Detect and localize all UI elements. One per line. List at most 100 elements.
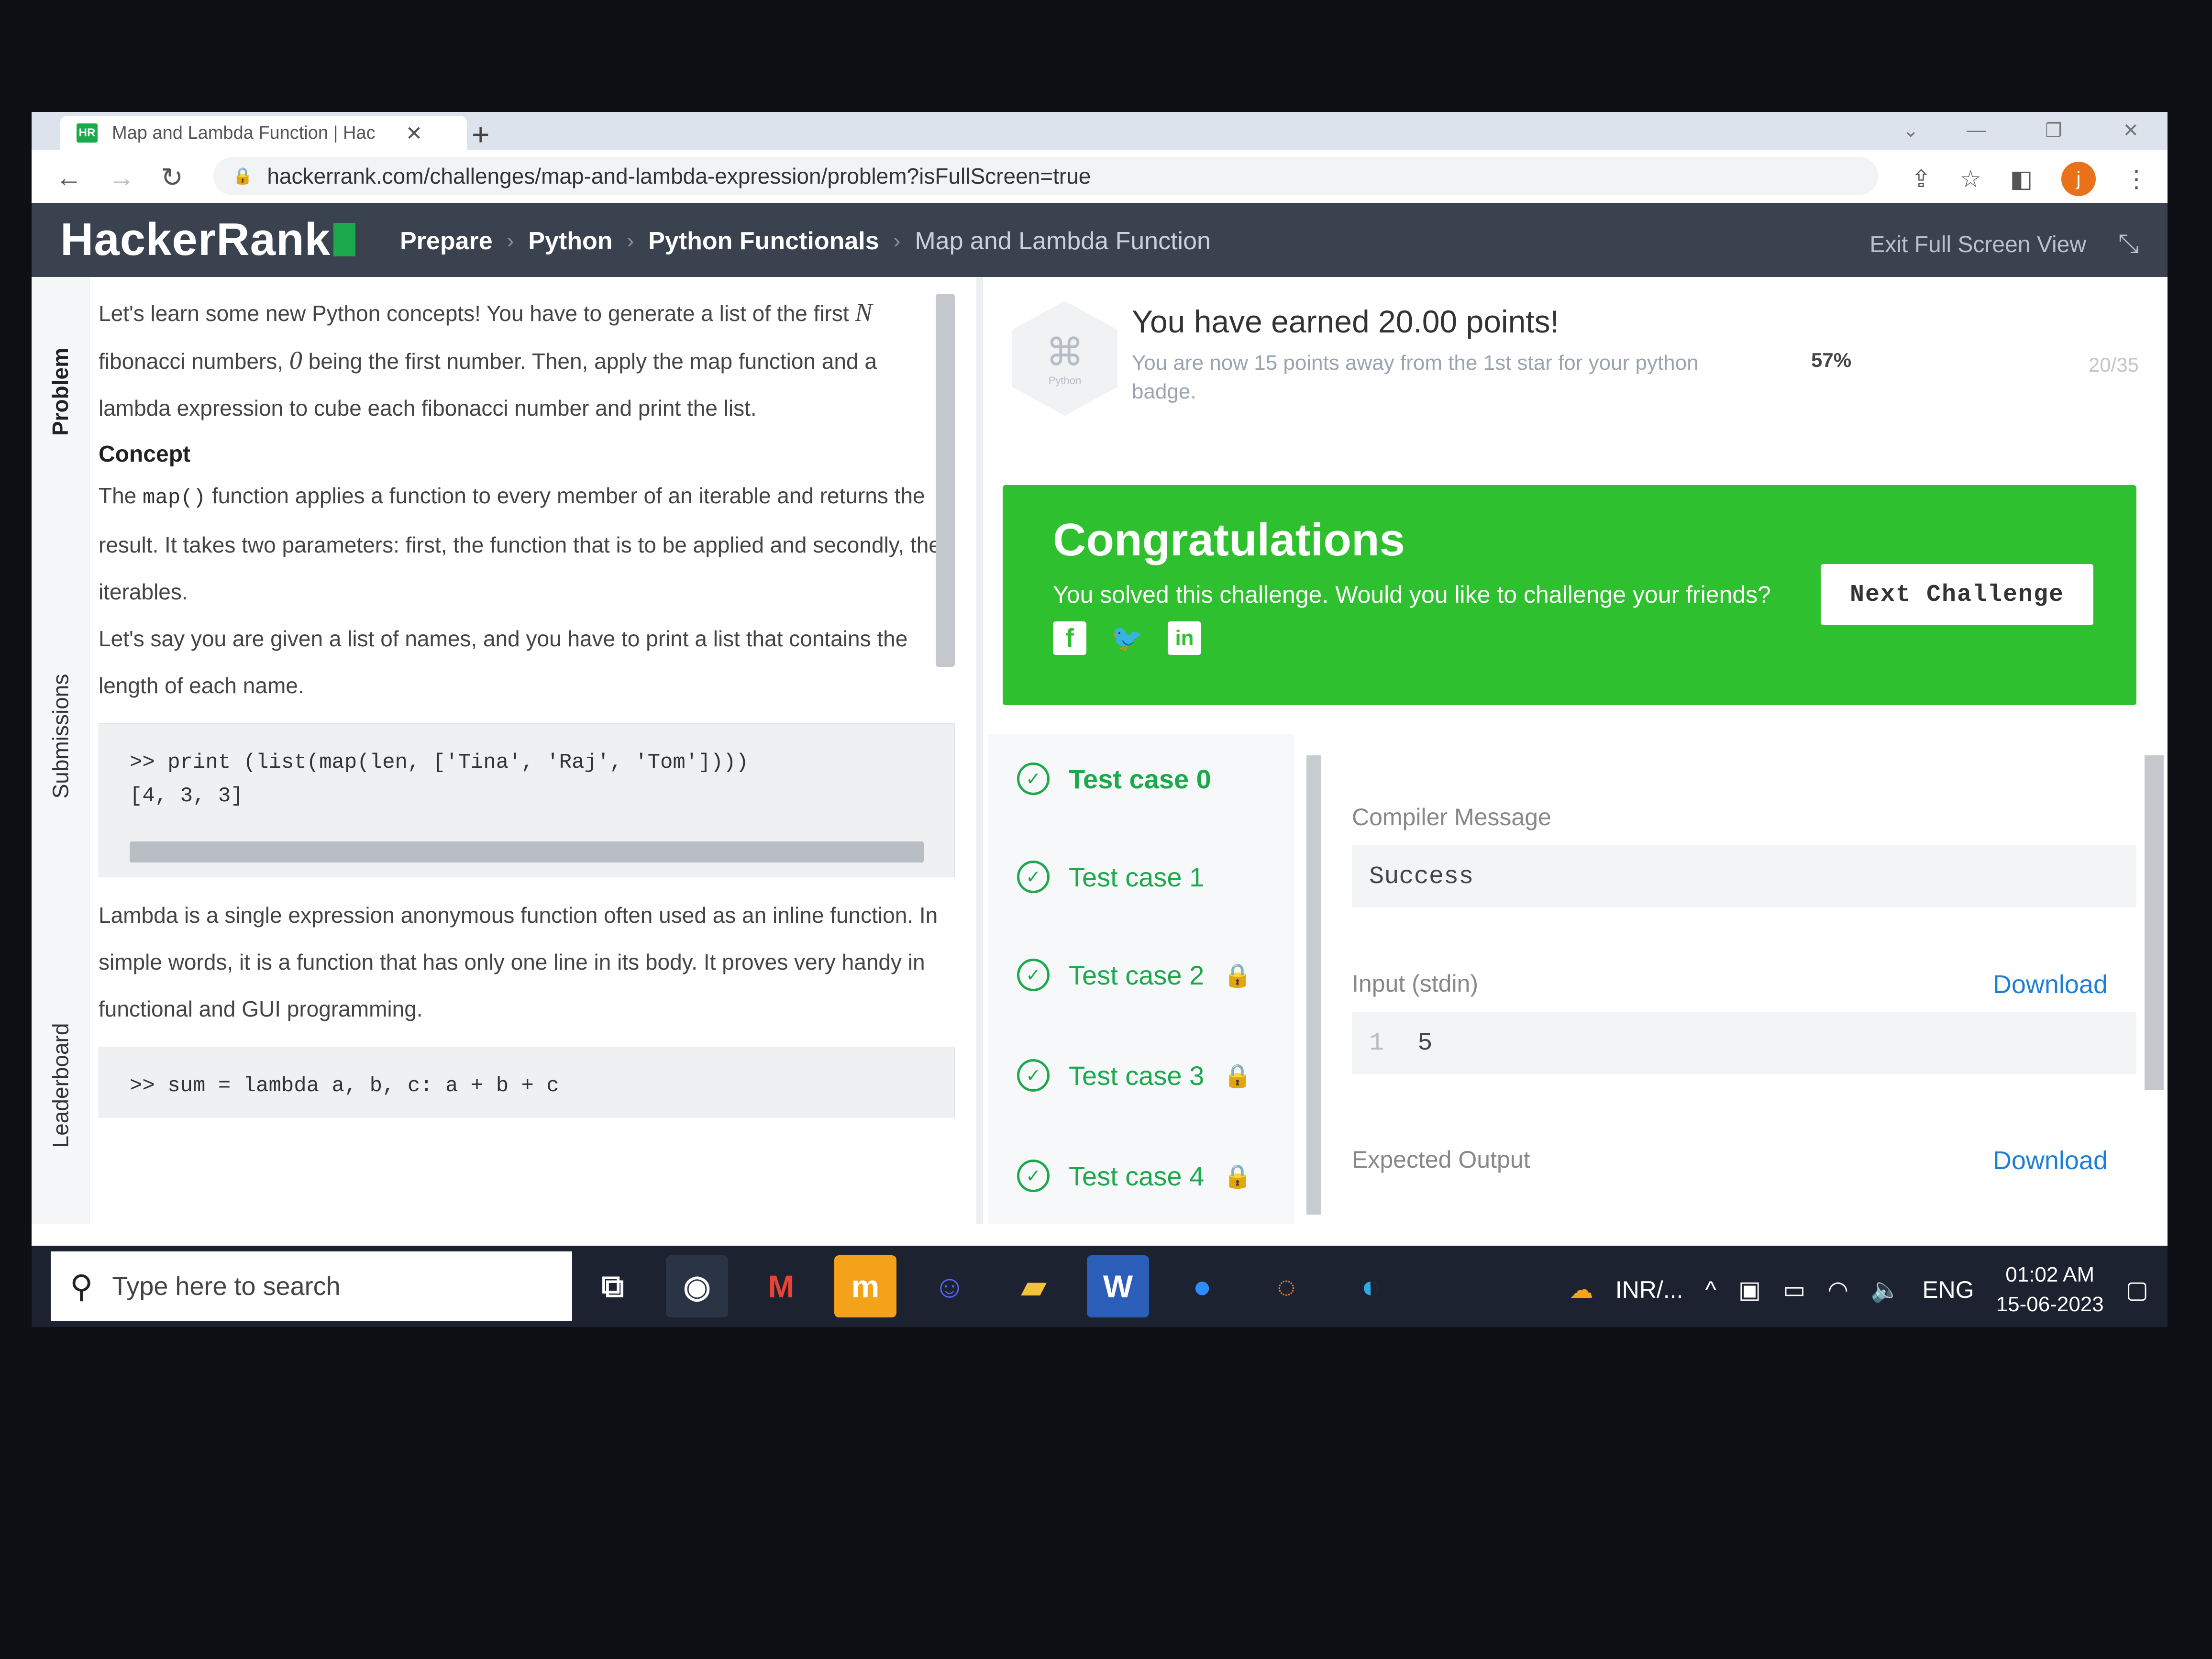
- breadcrumb-prepare[interactable]: Prepare: [400, 227, 493, 255]
- tab-search-icon[interactable]: ⌄: [1902, 120, 1919, 142]
- hackerrank-favicon-icon: HR: [77, 123, 98, 143]
- horizontal-scrollbar[interactable]: [130, 841, 924, 863]
- address-bar[interactable]: 🔒 hackerrank.com/challenges/map-and-lamb…: [213, 157, 1878, 195]
- breadcrumb: Prepare › Python › Python Functionals › …: [400, 227, 1211, 255]
- results-scrollbar[interactable]: [2145, 755, 2164, 1090]
- weather-text[interactable]: INR/...: [1615, 1276, 1683, 1304]
- notification-icon[interactable]: ▢: [2126, 1276, 2148, 1304]
- battery-icon[interactable]: ▭: [1783, 1276, 1805, 1304]
- download-input-link[interactable]: Download: [1993, 970, 2108, 999]
- language-indicator[interactable]: ENG: [1922, 1276, 1974, 1304]
- problem-scrollbar[interactable]: [936, 294, 955, 667]
- meet-icon[interactable]: ▣: [1738, 1276, 1761, 1304]
- test-case-item[interactable]: ✓ Test case 4 🔒: [1017, 1160, 1252, 1192]
- task-view-icon[interactable]: ⧉: [582, 1255, 644, 1317]
- breadcrumb-python-functionals[interactable]: Python Functionals: [648, 227, 879, 255]
- edge-icon[interactable]: ◐: [1339, 1255, 1402, 1317]
- linkedin-icon[interactable]: in: [1168, 621, 1201, 655]
- breadcrumb-separator-icon: ›: [893, 229, 901, 253]
- discord-icon[interactable]: ☺: [918, 1255, 981, 1317]
- taskbar-search[interactable]: ⚲ Type here to search: [51, 1251, 572, 1321]
- gmail-icon[interactable]: M: [750, 1255, 812, 1317]
- tab-leaderboard-label: Leaderboard: [48, 1023, 73, 1148]
- input-box: 1 5: [1352, 1012, 2136, 1074]
- hackerrank-logo[interactable]: HackerRank: [60, 213, 355, 266]
- input-value: 5: [1417, 1029, 1433, 1057]
- problem-statement: Let's learn some new Python concepts! Yo…: [99, 289, 955, 1222]
- url-text: hackerrank.com/challenges/map-and-lambda…: [267, 164, 1091, 188]
- clock[interactable]: 01:02 AM 15-06-2023: [1996, 1260, 2104, 1319]
- volume-icon[interactable]: 🔈: [1870, 1276, 1900, 1304]
- close-tab-icon[interactable]: ✕: [406, 122, 422, 145]
- browser-tabstrip: HR Map and Lambda Function | Hac ✕ + ⌄ —…: [32, 112, 2168, 152]
- word-icon[interactable]: W: [1087, 1255, 1149, 1317]
- next-challenge-button[interactable]: Next Challenge: [1821, 564, 2093, 625]
- back-icon[interactable]: ←: [55, 162, 82, 193]
- map-inline-code: map(): [143, 486, 206, 510]
- names-paragraph: Let's say you are given a list of names,…: [99, 626, 908, 698]
- clock-time: 01:02 AM: [2005, 1263, 2095, 1286]
- file-explorer-icon[interactable]: ▰: [1003, 1255, 1065, 1317]
- concept-heading: Concept: [99, 442, 190, 467]
- tab-leaderboard[interactable]: Leaderboard: [36, 1004, 84, 1167]
- chevron-up-icon[interactable]: ^: [1705, 1276, 1716, 1304]
- zoom-icon[interactable]: ●: [1171, 1255, 1233, 1317]
- forward-icon[interactable]: →: [108, 162, 135, 193]
- test-case-label: Test case 2: [1069, 960, 1205, 990]
- test-case-label: Test case 4: [1069, 1161, 1205, 1191]
- pane-divider[interactable]: [976, 277, 983, 1224]
- concept-paragraph: The map() function applies a function to…: [99, 472, 955, 615]
- restore-icon[interactable]: ❐: [2045, 120, 2062, 142]
- test-case-scrollbar[interactable]: [1306, 755, 1321, 1215]
- profile-avatar[interactable]: j: [2061, 162, 2096, 196]
- chrome-icon[interactable]: ◉: [666, 1255, 728, 1317]
- test-result-panel: Compiler Message Success Input (stdin) D…: [1352, 755, 2136, 1175]
- test-case-item[interactable]: ✓ Test case 3 🔒: [1017, 1059, 1252, 1092]
- lock-icon: 🔒: [232, 167, 253, 185]
- exit-fullscreen-link[interactable]: Exit Full Screen View: [1869, 232, 2086, 258]
- new-tab-button[interactable]: +: [472, 117, 489, 152]
- compiler-message-value: Success: [1352, 845, 2136, 907]
- breadcrumb-python[interactable]: Python: [528, 227, 612, 255]
- points-away-text: You are now 15 points away from the 1st …: [1132, 351, 1699, 403]
- close-window-icon[interactable]: ✕: [2123, 120, 2139, 142]
- app-orange-icon[interactable]: m: [834, 1255, 896, 1317]
- menu-icon[interactable]: ⋮: [2124, 165, 2148, 193]
- browser-tab[interactable]: HR Map and Lambda Function | Hac ✕: [60, 116, 467, 150]
- reload-icon[interactable]: ↻: [161, 162, 183, 193]
- search-icon: ⚲: [70, 1268, 93, 1304]
- twitter-icon[interactable]: 🐦: [1110, 621, 1144, 655]
- collapse-icon[interactable]: ⤡: [2118, 229, 2139, 259]
- tab-problem-label: Problem: [48, 347, 73, 436]
- breadcrumb-current: Map and Lambda Function: [915, 227, 1211, 255]
- test-case-item[interactable]: ✓ Test case 2 🔒: [1017, 959, 1252, 991]
- lock-icon: 🔒: [1223, 962, 1252, 988]
- share-icon[interactable]: ⇪: [1911, 165, 1931, 193]
- taskbar-apps: ⧉ ◉ M m ☺ ▰ W ● ◌ ◐: [582, 1255, 1402, 1317]
- side-panel-icon[interactable]: ◧: [2010, 165, 2033, 193]
- test-case-item[interactable]: ✓ Test case 1: [1017, 861, 1204, 893]
- browser-toolbar: ← → ↻ 🔒 hackerrank.com/challenges/map-an…: [32, 150, 2168, 203]
- bookmark-star-icon[interactable]: ☆: [1960, 165, 1981, 193]
- wifi-icon[interactable]: ◠: [1827, 1276, 1848, 1304]
- check-icon: ✓: [1017, 861, 1050, 893]
- compiler-message-label: Compiler Message: [1352, 804, 1551, 830]
- congratulations-banner: Congratulations You solved this challeng…: [1003, 485, 2136, 705]
- congrats-title: Congratulations: [1053, 514, 1405, 565]
- logo-text: HackerRank: [60, 214, 331, 265]
- breadcrumb-separator-icon: ›: [627, 229, 634, 253]
- tab-title: Map and Lambda Function | Hac: [112, 122, 376, 143]
- tab-problem[interactable]: Problem: [36, 330, 84, 454]
- weather-icon: ☁: [1569, 1276, 1593, 1303]
- download-expected-link[interactable]: Download: [1993, 1146, 2108, 1175]
- check-icon: ✓: [1017, 763, 1050, 795]
- test-case-item[interactable]: ✓ Test case 0: [1017, 763, 1211, 795]
- tab-submissions[interactable]: Submissions: [36, 655, 84, 818]
- jupyter-icon[interactable]: ◌: [1255, 1255, 1317, 1317]
- lock-icon: 🔒: [1223, 1163, 1252, 1189]
- var-zero: 0: [289, 346, 302, 375]
- facebook-icon[interactable]: f: [1053, 621, 1086, 655]
- results-pane: ⌘ Python You have earned 20.00 points! Y…: [988, 277, 2168, 1224]
- minimize-icon[interactable]: —: [1967, 120, 1986, 141]
- search-placeholder: Type here to search: [112, 1272, 341, 1301]
